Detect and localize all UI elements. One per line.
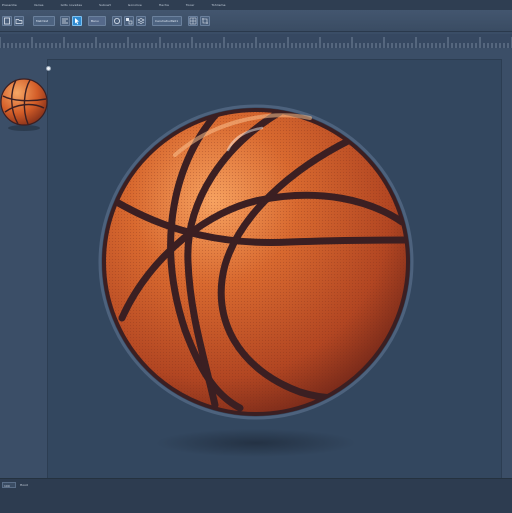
status-label: Hood (20, 483, 28, 487)
crop-icon[interactable] (200, 16, 210, 26)
open-folder-icon[interactable] (14, 16, 24, 26)
menu-item[interactable]: Subowt (99, 3, 111, 7)
ruler (0, 34, 512, 49)
artboard[interactable] (48, 60, 501, 478)
resize-handle-icon[interactable] (46, 66, 51, 71)
ruler-ticks (0, 37, 512, 48)
zoom-dropdown-value: Ceruhatiudts01 (155, 19, 179, 23)
zoom-dropdown[interactable]: Ceruhatiudts01 (152, 16, 182, 26)
zoom-value: 100 (4, 483, 10, 488)
menu-item[interactable]: Ilaries (34, 3, 44, 7)
workspace (0, 48, 512, 478)
menu-item[interactable]: Hecha (159, 3, 169, 7)
brush-dropdown-value: Banu (91, 19, 99, 23)
zoom-field[interactable]: 100 (2, 482, 16, 488)
new-file-icon[interactable] (2, 16, 12, 26)
menu-item[interactable]: Gilts novelles (61, 3, 83, 7)
toolbar: Metmlst Banu Ceruhatiudts01 (0, 10, 512, 32)
align-icon[interactable] (60, 16, 70, 26)
menu-bar: Presentie Ilaries Gilts novelles Subowt … (0, 0, 512, 10)
circle-tool-icon[interactable] (112, 16, 122, 26)
select-tool-icon[interactable] (72, 16, 82, 26)
brush-dropdown[interactable]: Banu (88, 16, 106, 26)
menu-item[interactable]: Tooar (186, 3, 195, 7)
menu-item[interactable]: Tohlieme (211, 3, 225, 7)
status-bar: 100 Hood (0, 478, 512, 513)
layers-icon[interactable] (136, 16, 146, 26)
font-dropdown-value: Metmlst (36, 19, 49, 23)
arrange-icon[interactable] (124, 16, 134, 26)
menu-item[interactable]: Gonolive (128, 3, 142, 7)
menu-item[interactable]: Presentie (2, 3, 17, 7)
font-dropdown[interactable]: Metmlst (33, 16, 55, 26)
grid-icon[interactable] (188, 16, 198, 26)
